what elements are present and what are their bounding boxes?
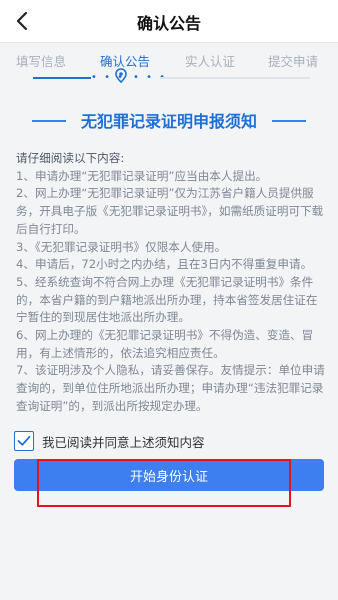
step-real-person-auth: 实人认证 [185,54,236,69]
notice-item: 5、经系统查询不符合网上办理《无犯罪记录证明书》条件的，本省户籍的到户籍地派出所… [16,274,318,325]
agree-checkbox[interactable] [14,431,34,451]
notice-item: 6、网上办理的《无犯罪记录证明书》不得伪造、变造、冒用，有上述情形的，依法追究相… [16,328,314,360]
page-title: 确认公告 [136,14,201,33]
agree-row[interactable]: 我已阅读并同意上述须知内容 [14,430,205,452]
step-fill-info: 填写信息 [16,54,67,69]
notice-content: 请仔细阅读以下内容: 1、申请办理“无犯罪记录证明”应当由本人提出。 2、网上办… [16,150,326,416]
start-button-label: 开始身份认证 [129,469,208,485]
title-divider-right [272,120,306,122]
step-indicator: 填写信息 确认公告 实人认证 提交申请 • • • • • • [0,43,338,95]
notice-title-area: 无犯罪记录证明申报须知 [0,104,338,134]
notice-item: 1、申请办理“无犯罪记录证明”应当由本人提出。 [16,168,268,183]
start-identity-auth-button[interactable]: 开始身份认证 [14,459,324,491]
step-progress-line-pending [160,77,310,79]
top-bar: 确认公告 [0,0,338,43]
checkmark-icon [17,435,31,446]
notice-intro: 请仔细阅读以下内容: [16,151,125,165]
step-progress-line-done [33,77,91,79]
location-pin-icon [115,68,127,84]
notice-item: 4、申请后，72小时之内办结，且在3日内不得重复申请。 [16,257,313,272]
notice-item: 3、《无犯罪记录证明书》仅限本人使用。 [16,239,227,254]
agree-label: 我已阅读并同意上述须知内容 [42,434,205,450]
notice-item: 2、网上办理“无犯罪记录证明”仅为江苏省户籍人员提供服务，开具电子版《无犯罪记录… [16,186,324,236]
step-submit-application: 提交申请 [268,54,319,69]
notice-item: 7、该证明涉及个人隐私，请妥善保存。友情提示：单位申请查询的，到单位住所地派出所… [16,363,325,413]
